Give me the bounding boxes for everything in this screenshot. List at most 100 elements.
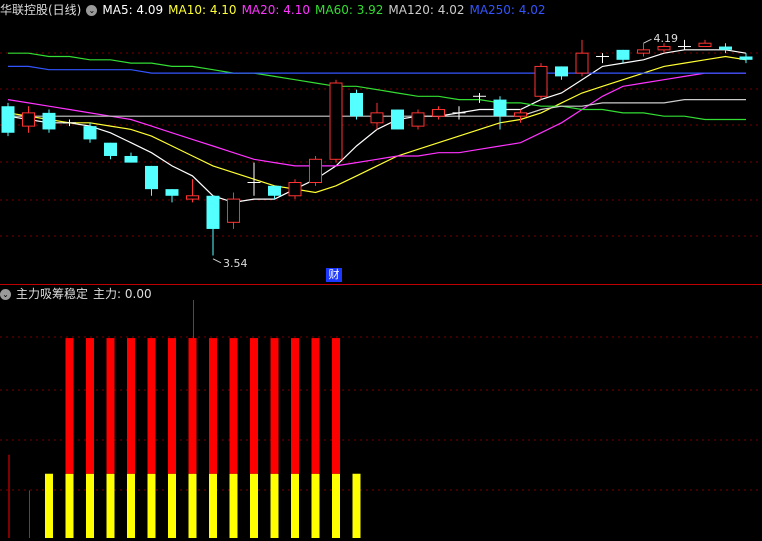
annotation-leader bbox=[643, 38, 652, 44]
candle bbox=[247, 162, 261, 196]
candle-body bbox=[104, 142, 117, 156]
indicator-red-bar bbox=[188, 338, 197, 474]
finance-badge[interactable]: 财 bbox=[326, 268, 342, 282]
indicator-yellow-bar bbox=[45, 473, 53, 538]
ma-label: MA60: 3.92 bbox=[315, 3, 384, 17]
candle bbox=[452, 106, 466, 120]
indicator-yellow-bar bbox=[291, 473, 299, 538]
indicator-yellow-bar bbox=[352, 473, 361, 538]
annotation-leader bbox=[212, 258, 222, 264]
indicator-red-bar bbox=[65, 338, 74, 474]
indicator-red-bar bbox=[106, 338, 115, 474]
candle bbox=[698, 39, 712, 48]
indicator-red-bar bbox=[332, 338, 340, 474]
candle bbox=[165, 189, 179, 203]
ma-label: MA20: 4.10 bbox=[241, 3, 310, 17]
candle-body bbox=[370, 112, 384, 124]
main-chart-header: 华联控股(日线) ⌄ MA5: 4.09 MA10: 4.10 MA20: 4.10 MA… bbox=[0, 0, 556, 20]
indicator-red-bar bbox=[250, 338, 258, 474]
candle bbox=[42, 109, 56, 133]
candle-body bbox=[329, 82, 343, 160]
candle-body bbox=[350, 92, 363, 117]
candle-body bbox=[83, 126, 97, 140]
candle bbox=[309, 155, 322, 186]
ma-label: MA250: 4.02 bbox=[469, 3, 546, 17]
candle bbox=[145, 165, 158, 196]
candle-body bbox=[42, 112, 56, 130]
candle-body bbox=[22, 112, 35, 127]
ma-legend: MA5: 4.09 MA10: 4.10 MA20: 4.10 MA60: 3.92 M… bbox=[102, 3, 550, 17]
candle bbox=[63, 119, 76, 127]
ma-label: MA120: 4.02 bbox=[388, 3, 465, 17]
candle bbox=[329, 79, 343, 163]
chevron-down-icon[interactable]: ⌄ bbox=[86, 5, 98, 16]
candle-body bbox=[391, 109, 404, 130]
candle bbox=[186, 179, 199, 203]
kline-chart-canvas[interactable]: 3.54 4.19 bbox=[0, 0, 762, 541]
candle-body bbox=[227, 198, 240, 223]
candle bbox=[739, 53, 753, 64]
candle-body bbox=[555, 66, 568, 77]
price-annotation: 3.54 bbox=[223, 257, 248, 270]
candle bbox=[391, 109, 404, 130]
candle-body bbox=[637, 49, 650, 54]
candle-body bbox=[575, 52, 589, 74]
candle-body bbox=[534, 65, 548, 97]
indicator-yellow-bar bbox=[188, 473, 197, 538]
candle bbox=[575, 39, 589, 77]
candle-body bbox=[657, 46, 671, 51]
indicator-header: ⌄ 主力吸筹稳定 主力: 0.00 bbox=[0, 284, 157, 304]
candle bbox=[596, 53, 609, 64]
candle-body bbox=[124, 155, 138, 163]
indicator-title: 主力吸筹稳定 bbox=[16, 287, 89, 301]
indicator-red-bar bbox=[270, 338, 279, 474]
candle bbox=[678, 39, 691, 50]
candle-body bbox=[1, 106, 15, 133]
ma-label: MA10: 4.10 bbox=[168, 3, 237, 17]
indicator-red-bar bbox=[127, 338, 135, 474]
candle-body bbox=[616, 49, 630, 60]
candle bbox=[350, 89, 363, 120]
candle bbox=[227, 192, 240, 229]
indicator-red-bar bbox=[86, 338, 94, 474]
candle bbox=[288, 179, 302, 200]
candle-body bbox=[186, 195, 199, 200]
indicator-red-bar bbox=[229, 338, 238, 474]
candle-body bbox=[309, 158, 322, 184]
indicator-yellow-bar bbox=[332, 473, 340, 538]
candle-body bbox=[739, 56, 753, 60]
stock-title: 华联控股(日线) bbox=[0, 3, 82, 17]
indicator-yellow-bar bbox=[147, 473, 156, 538]
candle bbox=[514, 109, 527, 123]
candle bbox=[637, 43, 650, 57]
candle bbox=[206, 195, 220, 256]
indicator-red-bar bbox=[311, 338, 320, 474]
candle-body bbox=[493, 99, 507, 117]
indicator-red-bar bbox=[168, 338, 176, 474]
indicator-yellow-bar bbox=[270, 473, 279, 538]
indicator-yellow-bar bbox=[311, 473, 320, 538]
candle bbox=[104, 142, 117, 160]
indicator-red-bar bbox=[291, 338, 299, 474]
candle-body bbox=[268, 185, 281, 196]
candle-body bbox=[514, 112, 527, 117]
candle bbox=[22, 106, 35, 133]
candle bbox=[1, 102, 15, 137]
candle bbox=[411, 109, 425, 130]
indicator-yellow-bar bbox=[106, 473, 115, 538]
candle bbox=[473, 92, 486, 103]
candle-body bbox=[206, 195, 220, 229]
candle bbox=[555, 66, 568, 80]
candle-body bbox=[145, 165, 158, 190]
candle-body bbox=[432, 109, 445, 117]
candle bbox=[432, 106, 445, 120]
indicator-value: 主力: 0.00 bbox=[93, 287, 152, 301]
ma-label: MA5: 4.09 bbox=[102, 3, 164, 17]
indicator-yellow-bar bbox=[168, 473, 176, 538]
candle-body bbox=[719, 46, 732, 50]
indicator-yellow-bar bbox=[86, 473, 94, 538]
indicator-red-bar bbox=[147, 338, 156, 474]
price-annotation: 4.19 bbox=[654, 32, 679, 45]
candle bbox=[124, 152, 138, 163]
chevron-down-icon[interactable]: ⌄ bbox=[0, 289, 11, 300]
